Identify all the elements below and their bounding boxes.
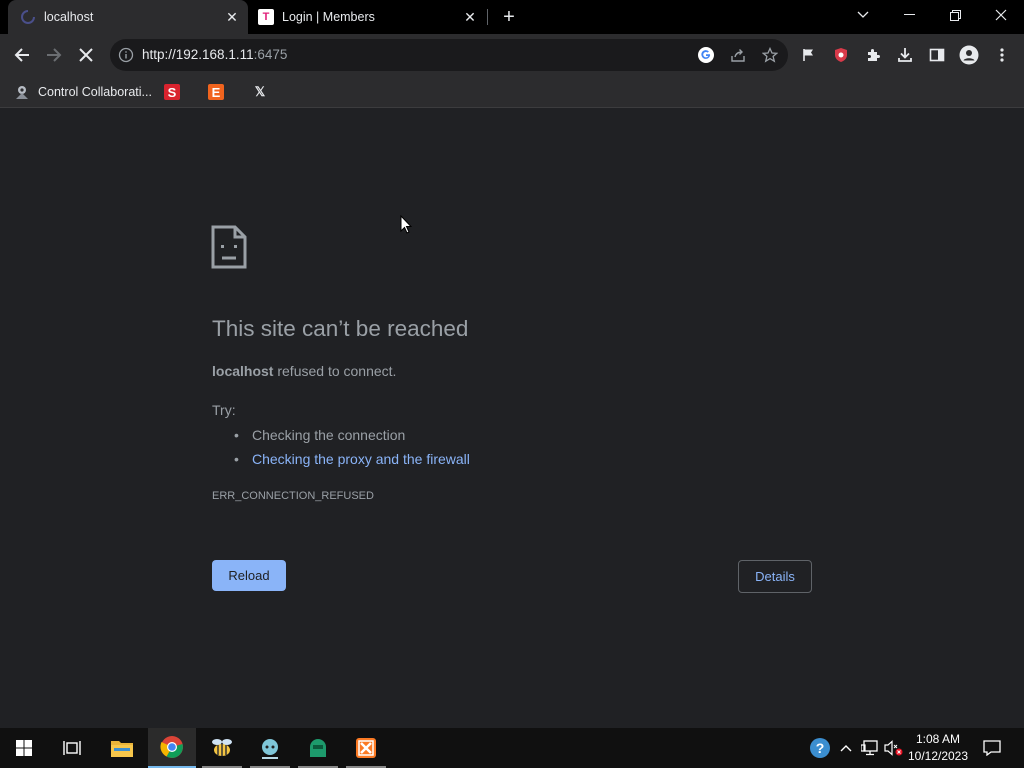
share-icon[interactable] xyxy=(728,45,748,65)
error-code: ERR_CONNECTION_REFUSED xyxy=(212,490,374,502)
google-lens-icon[interactable] xyxy=(696,45,716,65)
bee-app-icon[interactable] xyxy=(198,728,246,768)
bookmark-s[interactable]: S xyxy=(164,82,180,102)
error-title: This site can’t be reached xyxy=(212,316,469,341)
reload-button[interactable]: Reload xyxy=(212,560,286,591)
etsy-favicon-icon: E xyxy=(208,84,224,100)
site-info-icon[interactable] xyxy=(118,47,134,63)
show-hidden-icons-chevron-icon[interactable] xyxy=(836,728,856,768)
network-icon[interactable] xyxy=(858,728,882,768)
tab-search-icon[interactable] xyxy=(840,0,886,30)
error-description: localhost refused to connect. xyxy=(212,363,396,379)
download-icon[interactable] xyxy=(892,42,918,68)
bookmark-label: Control Collaborati... xyxy=(38,85,152,99)
bookmark-star-icon[interactable] xyxy=(760,45,780,65)
tab-title: localhost xyxy=(44,10,94,24)
volume-muted-icon[interactable] xyxy=(882,728,906,768)
character-app-icon[interactable] xyxy=(246,728,294,768)
extensions-icon[interactable] xyxy=(860,42,886,68)
clock-time: 1:08 AM xyxy=(915,732,961,746)
tab-login-members[interactable]: T Login | Members ✕ xyxy=(250,0,486,34)
url-host: http://192.168.1.11 xyxy=(142,47,254,62)
bookmark-control-collaboration[interactable]: Control Collaborati... xyxy=(14,82,152,102)
svg-text:?: ? xyxy=(816,740,825,756)
new-tab-button[interactable]: + xyxy=(497,5,521,29)
bookmarks-bar: Control Collaborati... S E 𝕏 xyxy=(0,76,1024,108)
url-text: http://192.168.1.11:6475 xyxy=(142,47,287,62)
error-message: refused to connect. xyxy=(277,363,397,379)
bookmark-x[interactable]: 𝕏 xyxy=(252,82,268,102)
sad-page-icon xyxy=(211,225,247,269)
file-explorer-icon[interactable] xyxy=(98,728,146,768)
green-app-icon[interactable] xyxy=(294,728,342,768)
task-view-icon[interactable] xyxy=(48,728,96,768)
side-panel-icon[interactable] xyxy=(924,42,950,68)
clock-date: 10/12/2023 xyxy=(907,749,969,763)
tab-title: Login | Members xyxy=(282,10,375,24)
tab-separator xyxy=(487,9,488,25)
suggestion-check-proxy-link[interactable]: Checking the proxy and the firewall xyxy=(234,450,470,474)
restore-icon[interactable] xyxy=(932,0,978,30)
error-host: localhost xyxy=(212,363,274,379)
forward-icon[interactable] xyxy=(41,42,67,68)
tab-strip: localhost ✕ T Login | Members ✕ + xyxy=(0,0,1024,34)
stop-loading-icon[interactable] xyxy=(73,42,99,68)
loading-spinner-icon xyxy=(20,9,36,25)
flag-extension-icon[interactable] xyxy=(796,42,822,68)
xampp-icon[interactable] xyxy=(342,728,390,768)
suggestions-list: Checking the connection Checking the pro… xyxy=(234,426,470,474)
close-window-icon[interactable] xyxy=(978,0,1024,30)
notifications-icon[interactable] xyxy=(978,728,1006,768)
menu-kebab-icon[interactable] xyxy=(989,42,1015,68)
favicon-letter: T xyxy=(262,11,270,23)
chrome-taskbar-icon[interactable] xyxy=(148,728,196,768)
close-tab-icon[interactable]: ✕ xyxy=(222,7,242,27)
error-page: This site can’t be reached localhost ref… xyxy=(0,108,1024,728)
browser-toolbar: http://192.168.1.11:6475 xyxy=(0,34,1024,76)
x-favicon-icon: 𝕏 xyxy=(254,84,266,99)
collaboration-favicon-icon xyxy=(14,84,30,100)
profile-avatar-icon[interactable] xyxy=(956,42,982,68)
minimize-icon[interactable] xyxy=(886,0,932,30)
details-button[interactable]: Details xyxy=(738,560,812,593)
help-tray-icon[interactable]: ? xyxy=(806,728,834,768)
address-bar[interactable]: http://192.168.1.11:6475 xyxy=(110,39,788,71)
close-tab-icon[interactable]: ✕ xyxy=(460,7,480,27)
tab-localhost[interactable]: localhost ✕ xyxy=(8,0,248,34)
s-favicon-icon: S xyxy=(164,84,180,100)
windows-start-icon[interactable] xyxy=(0,728,48,768)
members-favicon-icon: T xyxy=(258,9,274,25)
try-label: Try: xyxy=(212,402,236,418)
url-port: :6475 xyxy=(253,47,288,62)
system-clock[interactable]: 1:08 AM 10/12/2023 xyxy=(904,731,972,765)
suggestion-check-connection: Checking the connection xyxy=(234,426,470,450)
windows-taskbar: ? 1:08 AM 10/12/2023 xyxy=(0,728,1024,768)
bookmark-e[interactable]: E xyxy=(208,82,224,102)
shield-extension-icon[interactable] xyxy=(828,42,854,68)
back-icon[interactable] xyxy=(9,42,35,68)
mouse-cursor-icon xyxy=(400,215,412,234)
